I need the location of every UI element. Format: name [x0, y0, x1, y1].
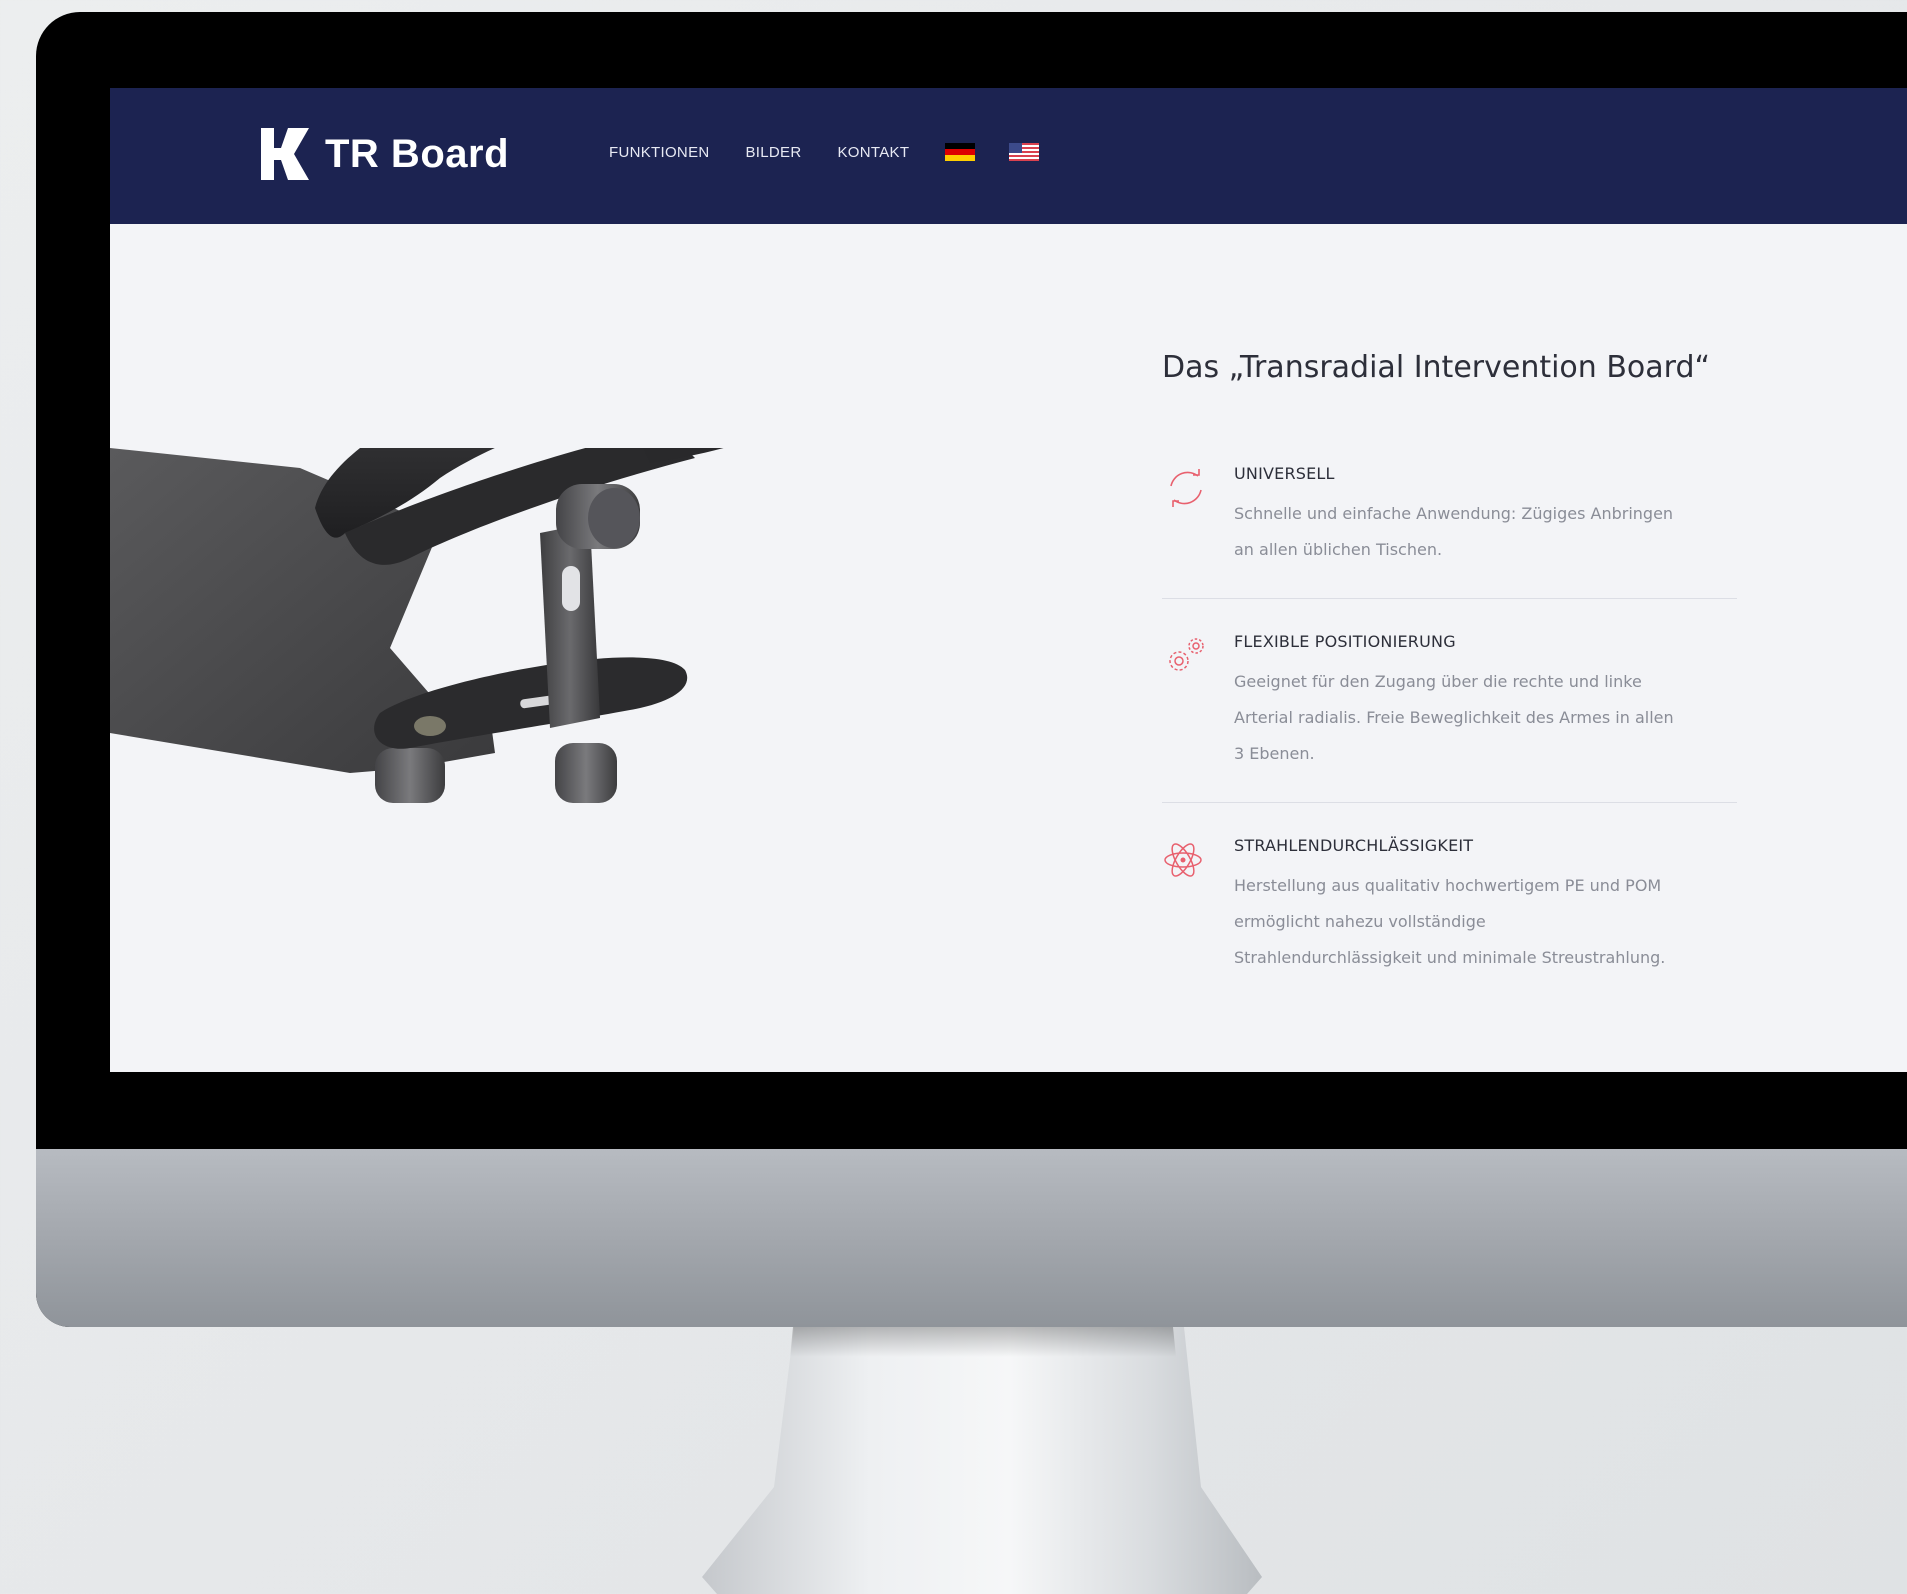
nav-link-kontakt[interactable]: KONTAKT: [838, 144, 910, 161]
page-headline: Das „Transradial Intervention Board“: [1162, 350, 1711, 385]
german-flag-icon[interactable]: [945, 143, 976, 161]
feature-divider: [1162, 802, 1737, 803]
website-screen: TR Board FUNKTIONEN BILDER KONTAKT Das „…: [110, 88, 1907, 1072]
gears-icon: [1169, 638, 1204, 671]
feature-title: FLEXIBLE POSITIONIERUNG: [1234, 632, 1456, 651]
feature-title: UNIVERSELL: [1234, 464, 1335, 483]
product-render: [110, 448, 724, 803]
nav-link-funktionen[interactable]: FUNKTIONEN: [609, 144, 710, 161]
feature-description: Herstellung aus qualitativ hochwertigem …: [1234, 876, 1666, 967]
monitor-chin: [36, 1149, 1907, 1327]
feature-title: STRAHLENDURCHLÄSSIGKEIT: [1234, 836, 1474, 855]
brand-name: TR Board: [325, 131, 509, 176]
feature-divider: [1162, 598, 1737, 599]
refresh-icon: [1170, 469, 1202, 507]
feature-description: Schnelle und einfache Anwendung: Zügiges…: [1234, 504, 1674, 559]
main-nav: FUNKTIONEN BILDER KONTAKT: [609, 143, 1073, 161]
monitor-stand-shadow: [790, 1327, 1176, 1357]
logo-mark-icon: [261, 128, 309, 180]
feature-description: Geeignet für den Zugang über die rechte …: [1234, 672, 1674, 763]
us-flag-icon[interactable]: [1009, 143, 1040, 161]
features-panel: Das „Transradial Intervention Board“ UNI…: [1162, 88, 1782, 1072]
monitor-frame: TR Board FUNKTIONEN BILDER KONTAKT Das „…: [36, 12, 1907, 1327]
atom-icon: [1164, 843, 1202, 877]
nav-link-bilder[interactable]: BILDER: [746, 144, 802, 161]
monitor-stand: [702, 1327, 1262, 1594]
brand-logo[interactable]: TR Board: [261, 128, 509, 180]
